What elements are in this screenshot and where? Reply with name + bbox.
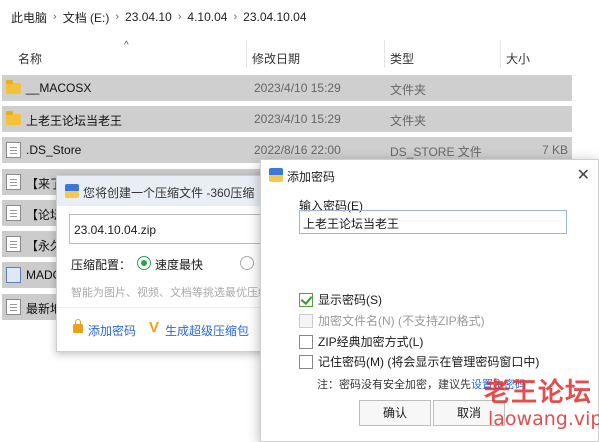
password-input[interactable]: 上老王论坛当老王 (299, 210, 567, 234)
file-name: 上老王论坛当老王 (26, 114, 123, 128)
remember-password-label: 记住密码(M) (将会显示在管理密码窗口中) (318, 355, 540, 369)
file-size: 7 KB (541, 143, 568, 157)
dialog-title-bar[interactable]: 添加密码 ✕ (261, 160, 598, 190)
watermark-url: laowang.vip (488, 408, 599, 430)
security-note-text: 注：密码没有安全加密，建议先 (317, 379, 471, 391)
chevron-right-icon[interactable]: › (230, 11, 240, 23)
column-header-size[interactable]: 大小 (506, 50, 530, 67)
folder-icon (6, 111, 21, 125)
file-date: 2022/8/16 22:00 (254, 143, 341, 157)
show-password-option[interactable]: 显示密码(S) (299, 291, 382, 308)
file-date: 2023/4/10 15:29 (254, 81, 341, 95)
file-date: 2023/4/10 15:29 (254, 112, 341, 126)
confirm-button[interactable]: 确认 (359, 400, 431, 426)
chevron-right-icon[interactable]: › (112, 11, 122, 23)
breadcrumb-folder-1[interactable]: 23.04.10 (122, 10, 175, 24)
file-name: .DS_Store (26, 143, 82, 157)
app-icon (6, 267, 21, 283)
column-header-type[interactable]: 类型 (390, 50, 414, 67)
zip-classic-encryption-checkbox[interactable] (299, 334, 313, 349)
zip-classic-encryption-label: ZIP经典加密方式(L) (318, 335, 424, 349)
document-icon (6, 205, 21, 221)
show-password-checkbox[interactable] (299, 292, 313, 307)
archive-app-icon (65, 184, 79, 198)
column-divider[interactable] (246, 40, 247, 68)
compression-config-label: 压缩配置： (71, 258, 132, 272)
remember-password-option[interactable]: 记住密码(M) (将会显示在管理密码窗口中) (299, 353, 539, 370)
encrypt-filenames-option: 加密文件名(N) (不支持ZIP格式) (299, 312, 485, 329)
column-divider[interactable] (500, 40, 501, 68)
speed-option-label[interactable]: 速度最快 (155, 256, 203, 273)
archive-filename-input[interactable]: 23.04.10.04.zip (69, 214, 265, 244)
file-type: 文件夹 (390, 83, 427, 97)
dialog-title: 您将创建一个压缩文件 -360压缩 (83, 186, 255, 200)
dialog-title-bar[interactable]: 您将创建一个压缩文件 -360压缩 (57, 176, 275, 206)
document-icon (6, 236, 21, 252)
speed-radio[interactable] (137, 256, 151, 270)
breadcrumb-this-pc[interactable]: 此电脑 (8, 9, 50, 26)
dialog-title: 添加密码 (287, 170, 336, 184)
chevron-right-icon[interactable]: › (175, 11, 185, 23)
create-archive-dialog: 您将创建一个压缩文件 -360压缩 23.04.10.04.zip 压缩配置： … (56, 175, 276, 352)
watermark-title: 老王论坛 (484, 378, 593, 408)
compression-option-radio[interactable] (240, 256, 254, 270)
breadcrumb: 此电脑 › 文档 (E:) › 23.04.10 › 4.10.04 › 23.… (0, 0, 599, 34)
add-password-link[interactable]: 添加密码 (88, 322, 136, 339)
file-name: __MACOSX (26, 81, 92, 95)
file-row[interactable]: __MACOSX 2023/4/10 15:29 文件夹 (2, 75, 572, 101)
breadcrumb-folder-2[interactable]: 4.10.04 (184, 10, 230, 24)
file-type: DS_STORE 文件 (390, 145, 482, 159)
super-zip-link[interactable]: 生成超级压缩包 (165, 322, 249, 339)
encrypt-filenames-checkbox (299, 313, 313, 328)
dialog-footer: 添加密码 V 生成超级压缩包 (57, 307, 275, 351)
lock-icon (73, 319, 83, 333)
close-icon[interactable]: ✕ (577, 165, 590, 185)
column-divider[interactable] (384, 40, 385, 68)
column-headers: 名称 修改日期 类型 大小 (0, 44, 599, 70)
document-icon (6, 174, 21, 190)
column-header-modified[interactable]: 修改日期 (252, 50, 300, 67)
file-type: 文件夹 (390, 114, 427, 128)
document-icon (6, 299, 21, 315)
chevron-right-icon[interactable]: › (50, 11, 60, 23)
remember-password-checkbox[interactable] (299, 354, 313, 369)
file-row[interactable]: 上老王论坛当老王 2023/4/10 15:29 文件夹 (2, 106, 572, 132)
encrypt-filenames-label: 加密文件名(N) (不支持ZIP格式) (318, 314, 485, 328)
zip-classic-encryption-option[interactable]: ZIP经典加密方式(L) (299, 333, 423, 350)
file-icon (6, 142, 21, 158)
breadcrumb-current[interactable]: 23.04.10.04 (240, 10, 309, 24)
breadcrumb-drive[interactable]: 文档 (E:) (60, 9, 113, 26)
column-header-name[interactable]: 名称 (18, 50, 42, 67)
archive-app-icon (269, 168, 283, 182)
folder-icon (6, 80, 21, 94)
compression-hint: 智能为图片、视频、文档等挑选最优压缩 (71, 287, 269, 299)
show-password-label: 显示密码(S) (318, 293, 382, 307)
super-zip-icon: V (149, 319, 160, 336)
